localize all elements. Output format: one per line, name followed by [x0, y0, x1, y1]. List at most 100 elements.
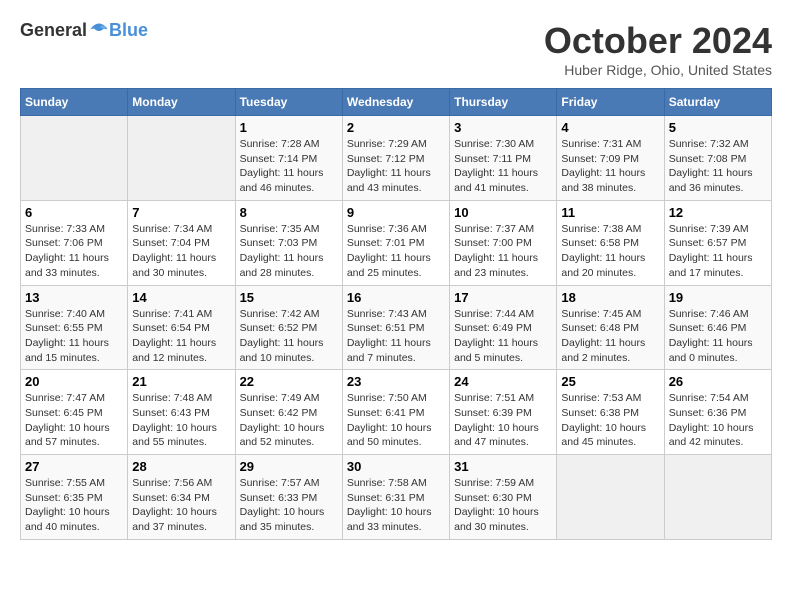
day-info: Sunrise: 7:54 AM Sunset: 6:36 PM Dayligh… [669, 391, 767, 450]
day-number: 9 [347, 205, 445, 220]
calendar-cell [21, 116, 128, 201]
calendar-cell: 24Sunrise: 7:51 AM Sunset: 6:39 PM Dayli… [450, 370, 557, 455]
calendar-cell [128, 116, 235, 201]
calendar-cell: 31 Sunrise: 7:59 AM Sunset: 6:30 PM Dayli… [450, 455, 557, 540]
day-of-week-header: Saturday [664, 89, 771, 116]
day-info: Sunrise: 7:56 AM Sunset: 6:34 PM Dayligh… [132, 476, 230, 535]
calendar-cell: 9Sunrise: 7:36 AM Sunset: 7:01 PM Daylig… [342, 200, 449, 285]
day-number: 6 [25, 205, 123, 220]
calendar-cell: 13 Sunrise: 7:40 AM Sunset: 6:55 PM Dayli… [21, 285, 128, 370]
day-info: Sunrise: 7:35 AM Sunset: 7:03 PM Dayligh… [240, 222, 338, 281]
day-number: 1 [240, 120, 338, 135]
calendar-week-row: 20 Sunrise: 7:47 AM Sunset: 6:45 PM Dayli… [21, 370, 772, 455]
day-info: Sunrise: 7:30 AM Sunset: 7:11 PM Dayligh… [454, 137, 552, 196]
calendar-cell: 3 Sunrise: 7:30 AM Sunset: 7:11 PM Daylig… [450, 116, 557, 201]
day-info: Sunrise: 7:59 AM Sunset: 6:30 PM Dayligh… [454, 476, 552, 535]
calendar-cell: 16 Sunrise: 7:43 AM Sunset: 6:51 PM Dayli… [342, 285, 449, 370]
calendar-cell: 19 Sunrise: 7:46 AM Sunset: 6:46 PM Dayli… [664, 285, 771, 370]
calendar-cell: 23Sunrise: 7:50 AM Sunset: 6:41 PM Dayli… [342, 370, 449, 455]
day-number: 4 [561, 120, 659, 135]
calendar-cell: 28 Sunrise: 7:56 AM Sunset: 6:34 PM Dayli… [128, 455, 235, 540]
day-info: Sunrise: 7:45 AM Sunset: 6:48 PM Dayligh… [561, 307, 659, 366]
day-number: 15 [240, 290, 338, 305]
day-number: 10 [454, 205, 552, 220]
calendar-cell: 14 Sunrise: 7:41 AM Sunset: 6:54 PM Dayli… [128, 285, 235, 370]
day-info: Sunrise: 7:44 AM Sunset: 6:49 PM Dayligh… [454, 307, 552, 366]
logo-bird-icon [89, 21, 109, 41]
day-info: Sunrise: 7:39 AM Sunset: 6:57 PM Dayligh… [669, 222, 767, 281]
calendar-cell: 11 Sunrise: 7:38 AM Sunset: 6:58 PM Dayli… [557, 200, 664, 285]
calendar-week-row: 27Sunrise: 7:55 AM Sunset: 6:35 PM Dayli… [21, 455, 772, 540]
day-info: Sunrise: 7:29 AM Sunset: 7:12 PM Dayligh… [347, 137, 445, 196]
day-number: 28 [132, 459, 230, 474]
day-number: 16 [347, 290, 445, 305]
day-number: 2 [347, 120, 445, 135]
calendar-cell: 29Sunrise: 7:57 AM Sunset: 6:33 PM Dayli… [235, 455, 342, 540]
day-info: Sunrise: 7:33 AM Sunset: 7:06 PM Dayligh… [25, 222, 123, 281]
day-info: Sunrise: 7:32 AM Sunset: 7:08 PM Dayligh… [669, 137, 767, 196]
day-number: 25 [561, 374, 659, 389]
logo-blue-text: Blue [109, 20, 148, 41]
calendar-cell: 17 Sunrise: 7:44 AM Sunset: 6:49 PM Dayli… [450, 285, 557, 370]
day-info: Sunrise: 7:41 AM Sunset: 6:54 PM Dayligh… [132, 307, 230, 366]
day-info: Sunrise: 7:31 AM Sunset: 7:09 PM Dayligh… [561, 137, 659, 196]
day-number: 29 [240, 459, 338, 474]
day-info: Sunrise: 7:38 AM Sunset: 6:58 PM Dayligh… [561, 222, 659, 281]
day-number: 20 [25, 374, 123, 389]
calendar-table: SundayMondayTuesdayWednesdayThursdayFrid… [20, 88, 772, 540]
calendar-week-row: 6 Sunrise: 7:33 AM Sunset: 7:06 PM Daylig… [21, 200, 772, 285]
day-number: 11 [561, 205, 659, 220]
day-number: 30 [347, 459, 445, 474]
day-info: Sunrise: 7:42 AM Sunset: 6:52 PM Dayligh… [240, 307, 338, 366]
calendar-cell: 18 Sunrise: 7:45 AM Sunset: 6:48 PM Dayli… [557, 285, 664, 370]
day-of-week-header: Wednesday [342, 89, 449, 116]
day-number: 8 [240, 205, 338, 220]
calendar-cell: 12 Sunrise: 7:39 AM Sunset: 6:57 PM Dayli… [664, 200, 771, 285]
calendar-header-row: SundayMondayTuesdayWednesdayThursdayFrid… [21, 89, 772, 116]
day-number: 19 [669, 290, 767, 305]
calendar-cell: 2 Sunrise: 7:29 AM Sunset: 7:12 PM Daylig… [342, 116, 449, 201]
day-number: 27 [25, 459, 123, 474]
day-number: 3 [454, 120, 552, 135]
day-number: 7 [132, 205, 230, 220]
calendar-week-row: 1Sunrise: 7:28 AM Sunset: 7:14 PM Daylig… [21, 116, 772, 201]
calendar-cell: 20 Sunrise: 7:47 AM Sunset: 6:45 PM Dayli… [21, 370, 128, 455]
calendar-cell: 26Sunrise: 7:54 AM Sunset: 6:36 PM Dayli… [664, 370, 771, 455]
day-number: 13 [25, 290, 123, 305]
calendar-week-row: 13 Sunrise: 7:40 AM Sunset: 6:55 PM Dayli… [21, 285, 772, 370]
day-info: Sunrise: 7:47 AM Sunset: 6:45 PM Dayligh… [25, 391, 123, 450]
day-info: Sunrise: 7:40 AM Sunset: 6:55 PM Dayligh… [25, 307, 123, 366]
calendar-cell: 30 Sunrise: 7:58 AM Sunset: 6:31 PM Dayli… [342, 455, 449, 540]
calendar-cell: 7Sunrise: 7:34 AM Sunset: 7:04 PM Daylig… [128, 200, 235, 285]
day-number: 14 [132, 290, 230, 305]
day-info: Sunrise: 7:53 AM Sunset: 6:38 PM Dayligh… [561, 391, 659, 450]
day-info: Sunrise: 7:43 AM Sunset: 6:51 PM Dayligh… [347, 307, 445, 366]
day-info: Sunrise: 7:58 AM Sunset: 6:31 PM Dayligh… [347, 476, 445, 535]
day-of-week-header: Friday [557, 89, 664, 116]
day-number: 22 [240, 374, 338, 389]
location-text: Huber Ridge, Ohio, United States [544, 62, 772, 78]
day-info: Sunrise: 7:48 AM Sunset: 6:43 PM Dayligh… [132, 391, 230, 450]
calendar-cell [557, 455, 664, 540]
day-of-week-header: Tuesday [235, 89, 342, 116]
day-number: 17 [454, 290, 552, 305]
day-of-week-header: Monday [128, 89, 235, 116]
day-info: Sunrise: 7:50 AM Sunset: 6:41 PM Dayligh… [347, 391, 445, 450]
month-title: October 2024 [544, 20, 772, 62]
day-number: 12 [669, 205, 767, 220]
calendar-cell: 25 Sunrise: 7:53 AM Sunset: 6:38 PM Dayli… [557, 370, 664, 455]
day-of-week-header: Thursday [450, 89, 557, 116]
day-number: 21 [132, 374, 230, 389]
title-section: October 2024 Huber Ridge, Ohio, United S… [544, 20, 772, 78]
day-number: 31 [454, 459, 552, 474]
logo: General Blue [20, 20, 148, 41]
calendar-cell [664, 455, 771, 540]
calendar-cell: 8 Sunrise: 7:35 AM Sunset: 7:03 PM Daylig… [235, 200, 342, 285]
calendar-cell: 21 Sunrise: 7:48 AM Sunset: 6:43 PM Dayli… [128, 370, 235, 455]
day-info: Sunrise: 7:46 AM Sunset: 6:46 PM Dayligh… [669, 307, 767, 366]
day-number: 24 [454, 374, 552, 389]
day-number: 18 [561, 290, 659, 305]
day-of-week-header: Sunday [21, 89, 128, 116]
calendar-cell: 6 Sunrise: 7:33 AM Sunset: 7:06 PM Daylig… [21, 200, 128, 285]
calendar-cell: 1Sunrise: 7:28 AM Sunset: 7:14 PM Daylig… [235, 116, 342, 201]
